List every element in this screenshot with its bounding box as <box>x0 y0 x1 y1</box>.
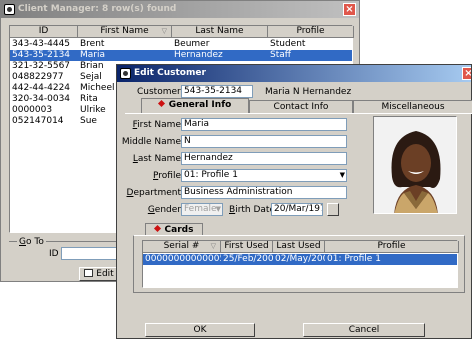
cell-first-name: Brent <box>80 39 105 49</box>
cell-card-profile: 01: Profile 1 <box>327 254 381 264</box>
cell-id: 048822977 <box>12 72 64 82</box>
last-name-input[interactable]: Hernandez <box>181 152 347 165</box>
customer-name: Maria N Hernandez <box>265 87 352 97</box>
cell-last-name: Hernandez <box>174 50 223 60</box>
cards-rows: 000000000000057025/Feb/200302/May/200301… <box>143 254 457 287</box>
birth-date-label: Birth Date <box>229 205 275 215</box>
general-info-panel: First Name Maria Middle Name N Last Name… <box>121 113 472 293</box>
gender-select-value: Female <box>184 204 217 214</box>
window-icon <box>120 68 131 79</box>
tab-strip: General Info Contact Info Miscellaneous <box>141 98 472 114</box>
cancel-button-label: Cancel <box>348 325 380 335</box>
tab-general-info[interactable]: General Info <box>141 98 249 113</box>
cards-col-serial-label: Serial # <box>163 241 200 251</box>
edit-button[interactable]: Edit <box>79 267 119 281</box>
cards-col-first-used[interactable]: First Used <box>221 241 273 253</box>
department-label: Department <box>126 188 181 198</box>
department-input[interactable]: Business Administration <box>181 186 347 199</box>
ok-button[interactable]: OK <box>145 323 255 337</box>
cell-last-name: Beumer <box>174 39 210 49</box>
col-header-first-name[interactable]: First Name ▽ <box>78 26 172 38</box>
customer-photo <box>373 116 457 214</box>
sort-icon: ▽ <box>210 242 216 250</box>
cards-col-last-used[interactable]: Last Used <box>273 241 325 253</box>
tab-contact-info[interactable]: Contact Info <box>249 100 353 113</box>
middle-name-input[interactable]: N <box>181 135 347 148</box>
table-row[interactable]: 343-43-4445 Brent Beumer Student <box>10 39 352 50</box>
diamond-icon <box>157 99 165 108</box>
cell-id: 442-44-4224 <box>12 83 71 93</box>
birth-date-input[interactable]: 20/Mar/1972 <box>271 203 323 216</box>
middle-name-label: Middle Name <box>121 137 181 147</box>
birth-date-picker-button[interactable] <box>327 203 339 216</box>
col-header-first-name-label: First Name <box>100 26 149 36</box>
cell-id: 0000003 <box>12 105 53 115</box>
cell-profile: Staff <box>270 50 291 60</box>
edit-customer-titlebar[interactable]: Edit Customer × <box>117 65 471 82</box>
tab-general-info-label: General Info <box>168 100 232 110</box>
col-header-profile[interactable]: Profile <box>268 26 354 38</box>
goto-id-label: ID <box>49 249 59 259</box>
gender-select[interactable]: Female ▼ <box>181 203 223 216</box>
cards-grid: Serial # ▽ First Used Last Used Profile … <box>142 240 459 288</box>
cancel-button[interactable]: Cancel <box>303 323 425 337</box>
client-manager-title: Client Manager: 8 row(s) found <box>18 4 177 14</box>
cell-first-name: Maria <box>80 50 105 60</box>
cell-id: 543-35-2134 <box>12 50 71 60</box>
cell-first-used: 25/Feb/2003 <box>223 254 273 264</box>
edit-button-label: Edit <box>96 269 114 279</box>
profile-label: Profile <box>153 171 181 181</box>
tab-contact-info-label: Contact Info <box>273 102 329 112</box>
ok-button-label: OK <box>193 325 207 335</box>
first-name-input[interactable]: Maria <box>181 118 347 131</box>
client-manager-titlebar[interactable]: Client Manager: 8 row(s) found × <box>1 1 359 18</box>
profile-select[interactable]: 01: Profile 1 ▼ <box>181 169 347 182</box>
table-row[interactable]: 543-35-2134 Maria Hernandez Staff <box>10 50 352 61</box>
cell-id: 343-43-4445 <box>12 39 71 49</box>
edit-icon <box>84 269 94 277</box>
col-header-last-name[interactable]: Last Name <box>172 26 268 38</box>
gender-label: Gender <box>147 205 181 215</box>
cell-id: 321-32-5567 <box>12 61 71 71</box>
edit-customer-window: Edit Customer × Customer ID 543-35-2134 … <box>116 64 472 339</box>
edit-customer-title: Edit Customer <box>134 68 206 78</box>
cards-col-serial[interactable]: Serial # ▽ <box>143 241 221 253</box>
sort-icon: ▽ <box>161 27 167 35</box>
goto-label: Go To <box>17 236 46 248</box>
cell-id: 320-34-0034 <box>12 94 71 104</box>
diamond-icon <box>153 224 161 233</box>
customer-id-field[interactable]: 543-35-2134 <box>181 85 253 98</box>
cell-id: 052147014 <box>12 116 64 126</box>
tab-miscellaneous[interactable]: Miscellaneous <box>353 100 472 113</box>
table-row[interactable]: 000000000000057025/Feb/200302/May/200301… <box>143 254 457 265</box>
cell-serial: 0000000000000570 <box>145 254 221 264</box>
cards-tab-label: Cards <box>164 225 194 235</box>
first-name-label: First Name <box>132 120 181 130</box>
chevron-down-icon: ▼ <box>215 205 221 213</box>
close-icon[interactable]: × <box>343 3 356 16</box>
profile-select-value: 01: Profile 1 <box>184 170 238 180</box>
last-name-label: Last Name <box>132 154 181 164</box>
portrait-image <box>374 117 456 213</box>
cards-col-profile[interactable]: Profile <box>325 241 459 253</box>
cell-profile: Student <box>270 39 306 49</box>
goto-group: Go To ID <box>9 236 129 261</box>
cell-last-used: 02/May/2003 <box>275 254 325 264</box>
col-header-id[interactable]: ID <box>10 26 78 38</box>
window-icon <box>4 4 15 15</box>
tab-miscellaneous-label: Miscellaneous <box>381 102 445 112</box>
cards-panel: Serial # ▽ First Used Last Used Profile … <box>133 235 465 293</box>
chevron-down-icon: ▼ <box>339 171 345 179</box>
close-icon[interactable]: × <box>462 67 471 80</box>
